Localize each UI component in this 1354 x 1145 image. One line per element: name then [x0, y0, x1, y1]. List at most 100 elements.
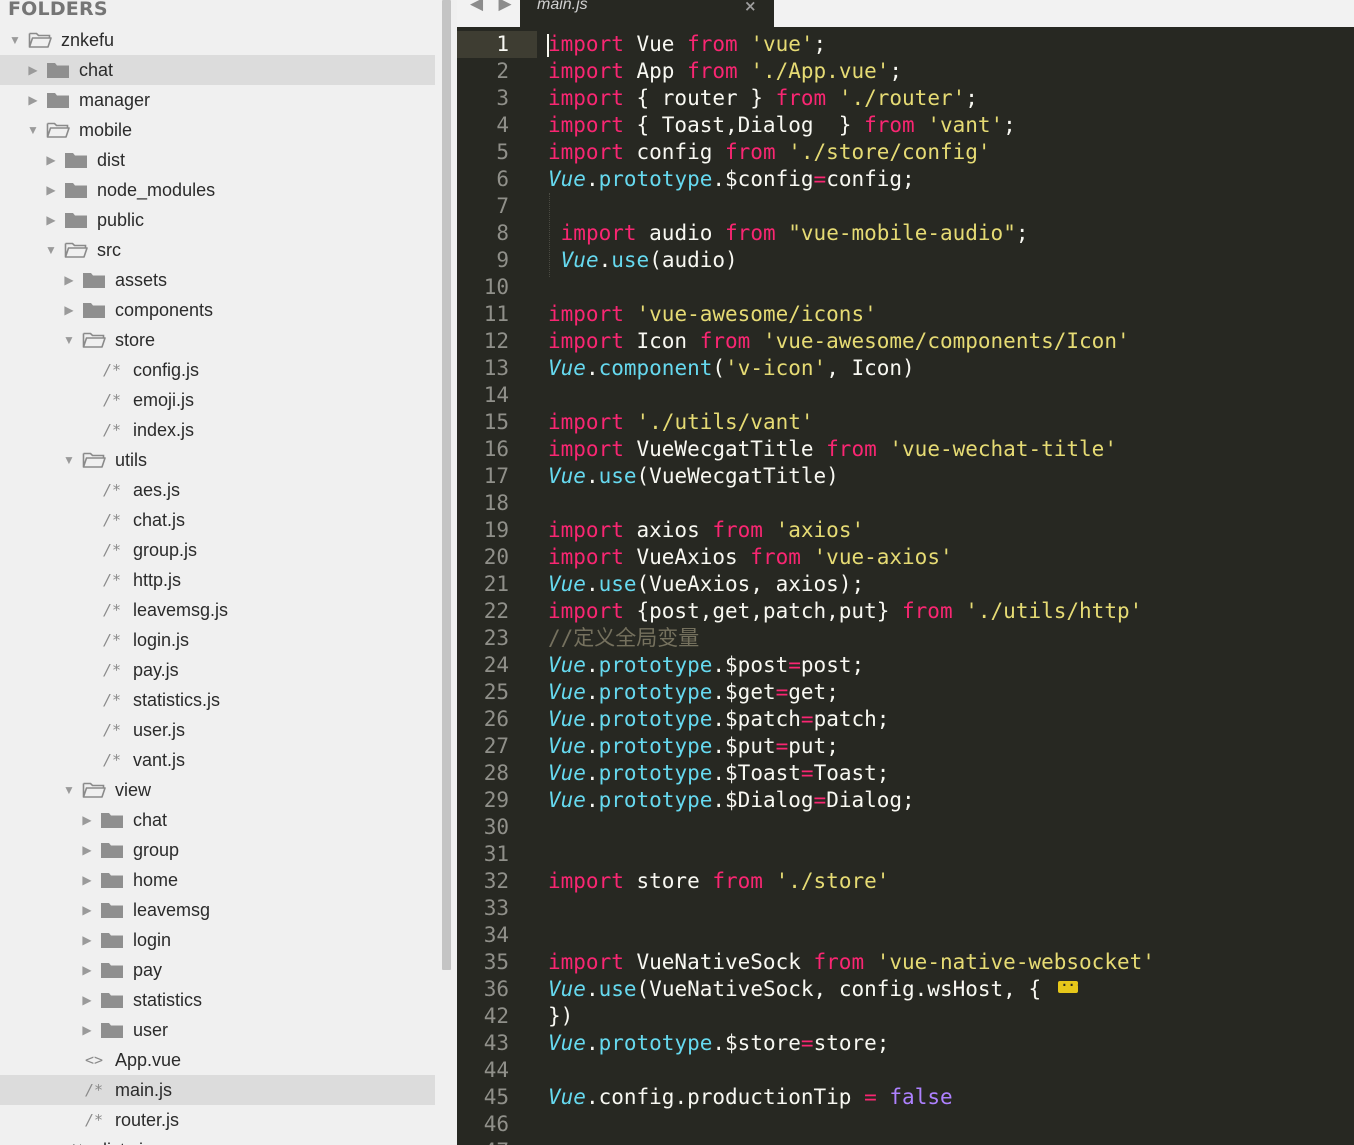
code-line[interactable]: 20 import VueAxios from 'vue-axios': [457, 544, 1354, 571]
code-line[interactable]: 33: [457, 895, 1354, 922]
tree-folder[interactable]: ▶ public: [0, 205, 435, 235]
code-line[interactable]: 16 import VueWecgatTitle from 'vue-wechat…: [457, 436, 1354, 463]
tree-file[interactable]: /* router.js: [0, 1105, 435, 1135]
chevron-right-icon[interactable]: ▶: [80, 925, 94, 955]
code-line[interactable]: 9 Vue.use(audio): [457, 247, 1354, 274]
tree-file[interactable]: /* http.js: [0, 565, 435, 595]
code-line[interactable]: 4 import { Toast,Dialog } from 'vant';: [457, 112, 1354, 139]
code-line[interactable]: 11 import 'vue-awesome/icons': [457, 301, 1354, 328]
tree-file[interactable]: /* config.js: [0, 355, 435, 385]
chevron-right-icon[interactable]: ▶: [80, 805, 94, 835]
tab-close-icon[interactable]: ×: [744, 0, 757, 15]
chevron-right-icon[interactable]: ▶: [80, 985, 94, 1015]
tree-folder[interactable]: ▶ user: [0, 1015, 435, 1045]
tree-file[interactable]: /* dist.zip: [0, 1135, 435, 1145]
chevron-right-icon[interactable]: ▶: [80, 865, 94, 895]
code-line[interactable]: 23 //定义全局变量: [457, 625, 1354, 652]
code-line[interactable]: 30: [457, 814, 1354, 841]
code-line[interactable]: 14: [457, 382, 1354, 409]
chevron-right-icon[interactable]: ▶: [80, 835, 94, 865]
tree-folder[interactable]: ▶ assets: [0, 265, 435, 295]
code-line[interactable]: 3 import { router } from './router';: [457, 85, 1354, 112]
code-line[interactable]: 24 Vue.prototype.$post=post;: [457, 652, 1354, 679]
code-line[interactable]: 45 Vue.config.productionTip = false: [457, 1084, 1354, 1111]
chevron-right-icon[interactable]: ▶: [44, 145, 58, 175]
code-line[interactable]: 5 import config from './store/config': [457, 139, 1354, 166]
code-line[interactable]: 2 import App from './App.vue';: [457, 58, 1354, 85]
tree-folder[interactable]: ▶ group: [0, 835, 435, 865]
code-line[interactable]: 44: [457, 1057, 1354, 1084]
code-editor[interactable]: 1 import Vue from 'vue'; 2 import App from …: [457, 27, 1354, 1145]
code-line[interactable]: 42}): [457, 1003, 1354, 1030]
chevron-down-icon[interactable]: ▼: [62, 445, 76, 475]
code-line[interactable]: 31: [457, 841, 1354, 868]
chevron-right-icon[interactable]: ▶: [80, 895, 94, 925]
chevron-right-icon[interactable]: ▶: [80, 955, 94, 985]
tree-folder[interactable]: ▶ node_modules: [0, 175, 435, 205]
tree-folder[interactable]: ▶ login: [0, 925, 435, 955]
chevron-right-icon[interactable]: ▶: [26, 55, 40, 85]
code-line[interactable]: 13 Vue.component('v-icon', Icon): [457, 355, 1354, 382]
code-line[interactable]: 12 import Icon from 'vue-awesome/componen…: [457, 328, 1354, 355]
tree-file[interactable]: /* user.js: [0, 715, 435, 745]
chevron-right-icon[interactable]: ▶: [80, 1015, 94, 1045]
code-line[interactable]: 35 import VueNativeSock from 'vue-native-…: [457, 949, 1354, 976]
chevron-right-icon[interactable]: ▶: [62, 295, 76, 325]
tree-file[interactable]: /* emoji.js: [0, 385, 435, 415]
code-line[interactable]: 32 import store from './store': [457, 868, 1354, 895]
tree-folder[interactable]: ▼ view: [0, 775, 435, 805]
tree-folder[interactable]: ▶ chat: [0, 55, 435, 85]
tree-folder[interactable]: ▶ dist: [0, 145, 435, 175]
code-line[interactable]: 10: [457, 274, 1354, 301]
code-line[interactable]: 7: [457, 193, 1354, 220]
tree-folder[interactable]: ▶ home: [0, 865, 435, 895]
tree-file[interactable]: /* vant.js: [0, 745, 435, 775]
chevron-right-icon[interactable]: ▶: [62, 265, 76, 295]
code-line[interactable]: 47: [457, 1138, 1354, 1145]
tree-file[interactable]: <> App.vue: [0, 1045, 435, 1075]
tree-file[interactable]: /* login.js: [0, 625, 435, 655]
tree-folder[interactable]: ▼ utils: [0, 445, 435, 475]
chevron-right-icon[interactable]: ▶: [44, 205, 58, 235]
tree-file[interactable]: /* index.js: [0, 415, 435, 445]
tree-folder[interactable]: ▼ mobile: [0, 115, 435, 145]
code-line[interactable]: 18: [457, 490, 1354, 517]
tree-folder[interactable]: ▶ leavemsg: [0, 895, 435, 925]
tab-label[interactable]: main.js: [537, 0, 588, 14]
chevron-right-icon[interactable]: ▶: [44, 175, 58, 205]
code-line[interactable]: 15 import './utils/vant': [457, 409, 1354, 436]
tree-folder[interactable]: ▼ znkefu: [0, 25, 435, 55]
code-line[interactable]: 1 import Vue from 'vue';: [457, 31, 1354, 58]
tree-file[interactable]: /* aes.js: [0, 475, 435, 505]
code-line[interactable]: 28 Vue.prototype.$Toast=Toast;: [457, 760, 1354, 787]
tree-file[interactable]: /* chat.js: [0, 505, 435, 535]
code-line[interactable]: 46: [457, 1111, 1354, 1138]
tree-folder[interactable]: ▼ src: [0, 235, 435, 265]
tab-nav-arrows-icon[interactable]: ◀ ▶: [470, 0, 517, 14]
tree-file[interactable]: /* group.js: [0, 535, 435, 565]
code-line[interactable]: 17 Vue.use(VueWecgatTitle): [457, 463, 1354, 490]
chevron-down-icon[interactable]: ▼: [26, 115, 40, 145]
tree-folder[interactable]: ▶ manager: [0, 85, 435, 115]
code-line[interactable]: 25 Vue.prototype.$get=get;: [457, 679, 1354, 706]
tree-folder[interactable]: ▶ components: [0, 295, 435, 325]
code-line[interactable]: 21 Vue.use(VueAxios, axios);: [457, 571, 1354, 598]
code-line[interactable]: 6 Vue.prototype.$config=config;: [457, 166, 1354, 193]
code-line[interactable]: 34: [457, 922, 1354, 949]
chevron-right-icon[interactable]: ▶: [26, 85, 40, 115]
code-line[interactable]: 29 Vue.prototype.$Dialog=Dialog;: [457, 787, 1354, 814]
code-line[interactable]: 43 Vue.prototype.$store=store;: [457, 1030, 1354, 1057]
chevron-down-icon[interactable]: ▼: [62, 775, 76, 805]
folded-code-marker-icon[interactable]: [1057, 972, 1082, 999]
chevron-down-icon[interactable]: ▼: [8, 25, 22, 55]
tree-file[interactable]: /* leavemsg.js: [0, 595, 435, 625]
tree-folder[interactable]: ▶ statistics: [0, 985, 435, 1015]
code-line[interactable]: 26 Vue.prototype.$patch=patch;: [457, 706, 1354, 733]
sidebar-scrollbar-thumb[interactable]: [442, 0, 451, 970]
tree-folder[interactable]: ▼ store: [0, 325, 435, 355]
tree-file[interactable]: /* main.js: [0, 1075, 435, 1105]
code-line[interactable]: 36 Vue.use(VueNativeSock, config.wsHost, …: [457, 972, 1354, 1003]
tree-file[interactable]: /* statistics.js: [0, 685, 435, 715]
code-line[interactable]: 8 import audio from "vue-mobile-audio";: [457, 220, 1354, 247]
code-line[interactable]: 27 Vue.prototype.$put=put;: [457, 733, 1354, 760]
